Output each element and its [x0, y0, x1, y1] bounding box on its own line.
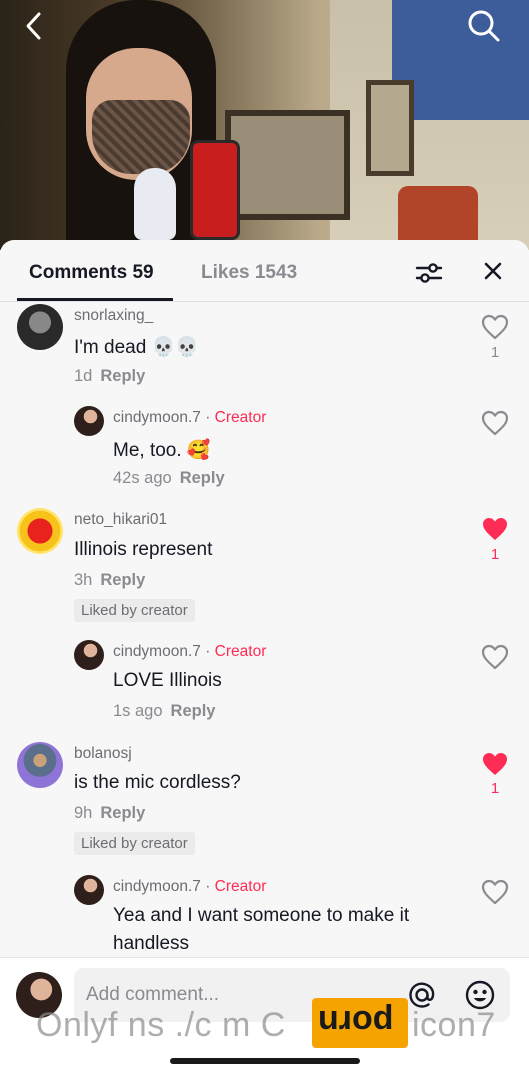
- reply-username[interactable]: cindymoon.7: [113, 878, 201, 895]
- like-count: 1: [490, 780, 500, 797]
- comment-username: cindymoon.7 · Creator: [113, 878, 266, 896]
- comment-meta: 1s ago Reply: [113, 702, 215, 721]
- picture-frame: [225, 110, 350, 220]
- comment-text-line: handless: [113, 933, 190, 954]
- avatar[interactable]: [17, 508, 63, 554]
- comment-time: 9h: [74, 804, 93, 822]
- avatar[interactable]: [17, 304, 63, 350]
- close-icon: [484, 262, 502, 280]
- liked-by-creator-badge: Liked by creator: [74, 832, 195, 855]
- phone: [190, 140, 240, 240]
- comment-time: 3h: [74, 571, 93, 589]
- comment-reply-item: cindymoon.7 · Creator Yea and I want som…: [0, 873, 529, 963]
- avatar[interactable]: [17, 742, 63, 788]
- watermark-logo-text: porn: [318, 1003, 394, 1041]
- comment-text: is the mic cordless?: [74, 772, 241, 793]
- watermark-text: Onlyf ns ./c m C: [36, 1006, 286, 1044]
- comment-meta: 9h Reply: [74, 804, 145, 823]
- comment-time: 42s ago: [113, 469, 172, 487]
- separator: ·: [200, 878, 215, 895]
- picture-frame: [366, 80, 414, 176]
- microphone: [134, 168, 176, 240]
- reply-button[interactable]: Reply: [100, 571, 145, 589]
- close-button[interactable]: [478, 256, 508, 286]
- search-icon: [468, 10, 500, 42]
- comment-meta: 3h Reply: [74, 571, 145, 590]
- comment-meta: 1d Reply: [74, 367, 145, 386]
- heart-outline-icon[interactable]: [481, 644, 509, 670]
- heart-filled-icon[interactable]: [481, 516, 509, 542]
- creator-label: Creator: [214, 409, 267, 426]
- heart-outline-icon[interactable]: [481, 410, 509, 436]
- separator: ·: [200, 409, 215, 426]
- reply-button[interactable]: Reply: [180, 469, 225, 487]
- reply-button[interactable]: Reply: [171, 702, 216, 720]
- reply-button[interactable]: Reply: [100, 367, 145, 385]
- watermark-suffix: icon7: [412, 1006, 496, 1044]
- comment-text-line: Yea and I want someone to make it: [113, 905, 410, 926]
- heart-filled-icon[interactable]: [481, 751, 509, 777]
- creator-label: Creator: [214, 878, 267, 895]
- video-background: [0, 0, 529, 250]
- comment-text: LOVE Illinois: [113, 670, 222, 691]
- reply-username[interactable]: cindymoon.7: [113, 409, 201, 426]
- comment-input-bar: Add comment... Onlyf ns ./c m C porn ico…: [0, 957, 529, 1077]
- comment-username[interactable]: neto_hikari01: [74, 511, 167, 529]
- filter-button[interactable]: [414, 258, 444, 288]
- comment-item: bolanosj is the mic cordless? 9h Reply Li…: [0, 740, 529, 860]
- back-button[interactable]: [14, 6, 54, 46]
- tab-comments[interactable]: Comments 59: [29, 262, 154, 284]
- creator-label: Creator: [214, 643, 267, 660]
- chevron-left-icon: [26, 12, 41, 40]
- comment-username: cindymoon.7 · Creator: [113, 409, 266, 427]
- comment-username[interactable]: bolanosj: [74, 745, 132, 763]
- active-tab-indicator: [17, 298, 173, 301]
- like-count: 1: [490, 344, 500, 361]
- tab-likes[interactable]: Likes 1543: [201, 262, 297, 284]
- comment-reply-item: cindymoon.7 · Creator Me, too. 🥰 42s ago…: [0, 404, 529, 496]
- avatar[interactable]: [74, 875, 104, 905]
- sliders-icon: [415, 263, 443, 283]
- comment-username: cindymoon.7 · Creator: [113, 643, 266, 661]
- avatar[interactable]: [74, 406, 104, 436]
- comment-meta: 42s ago Reply: [113, 469, 225, 488]
- search-button[interactable]: [464, 6, 504, 46]
- heart-outline-icon[interactable]: [481, 314, 509, 340]
- reply-button[interactable]: Reply: [100, 804, 145, 822]
- liked-by-creator-badge: Liked by creator: [74, 599, 195, 622]
- watermark-logo: porn: [312, 998, 408, 1048]
- heart-outline-icon[interactable]: [481, 879, 509, 905]
- comment-text: Illinois represent: [74, 539, 213, 560]
- comment-input-placeholder: Add comment...: [86, 984, 220, 1005]
- comment-reply-item: cindymoon.7 · Creator LOVE Illinois 1s a…: [0, 638, 529, 730]
- comment-username[interactable]: snorlaxing_: [74, 307, 153, 325]
- like-count: 1: [490, 546, 500, 563]
- comment-time: 1d: [74, 367, 93, 385]
- comments-panel: Comments 59 Likes 1543 snorlaxing_ I'm d…: [0, 240, 529, 1077]
- comment-item: snorlaxing_ I'm dead 💀💀 1d Reply 1: [0, 302, 529, 394]
- comment-text: Me, too. 🥰: [113, 440, 211, 461]
- reply-username[interactable]: cindymoon.7: [113, 643, 201, 660]
- tab-bar: Comments 59 Likes 1543: [0, 240, 529, 302]
- face-mask: [92, 100, 190, 174]
- comment-time: 1s ago: [113, 702, 163, 720]
- home-indicator: [170, 1058, 360, 1064]
- comment-text: I'm dead 💀💀: [74, 337, 199, 358]
- avatar[interactable]: [74, 640, 104, 670]
- separator: ·: [200, 643, 215, 660]
- comment-item: neto_hikari01 Illinois represent 3h Reply…: [0, 506, 529, 626]
